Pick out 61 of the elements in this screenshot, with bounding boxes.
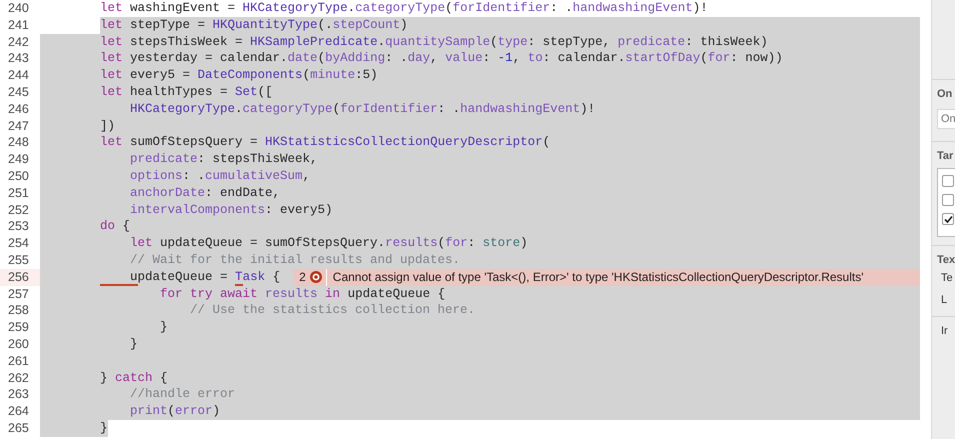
code-line: let sumOfStepsQuery = HKStatisticsCollectionQueryDescriptor( (99, 134, 550, 152)
line-number: 253 (7, 218, 30, 236)
code-line: let stepsThisWeek = HKSamplePredicate.quantitySample(type: stepType, predicate: thisWeek) (99, 34, 768, 50)
code-line: // Wait for the initial results and updates. (129, 252, 460, 269)
code-line: intervalComponents: every5) (129, 202, 333, 218)
code-line: let updateQueue = sumOfStepsQuery.results(for: store) (129, 235, 528, 252)
code-line: anchorDate: endDate, (129, 184, 280, 202)
line-number: 262 (7, 370, 30, 386)
text-field[interactable]: On (937, 109, 955, 129)
code-line: let washingEvent = HKCategoryType.categoryType(forIdentifier: .handwashingEvent)! (99, 0, 708, 17)
code-line: let healthTypes = Set([ (99, 84, 273, 101)
code-line: predicate: stepsThisWeek, (129, 151, 318, 168)
line-number: 264 (7, 403, 30, 420)
code-line: } (129, 336, 138, 353)
line-number: 246 (7, 100, 30, 118)
checkbox[interactable] (942, 175, 954, 187)
line-number: 240 (7, 0, 30, 17)
line-number: 245 (7, 84, 30, 101)
line-number: 252 (7, 202, 30, 218)
error-icon (310, 271, 322, 284)
section-heading: On (937, 88, 954, 100)
line-number: 263 (7, 386, 30, 404)
code-line: let yesterday = calendar.date(byAdding: .day, value: -1, to: calendar.startOfDay(for: now)) (99, 50, 783, 68)
field-label: Te (941, 272, 954, 284)
line-number: 265 (7, 420, 30, 437)
code-line: // Use the statistics collection here. (189, 302, 476, 320)
code-line: HKCategoryType.categoryType(forIdentifier: .handwashingEvent)! (129, 100, 596, 118)
line-number: 257 (7, 286, 30, 302)
line-number: 241 (7, 16, 30, 34)
field-label: L (941, 294, 948, 306)
line-number: 251 (7, 184, 30, 202)
code-line: let every5 = DateComponents(minute:5) (99, 67, 378, 84)
checkbox[interactable] (942, 213, 954, 225)
error-count: 2 (298, 270, 307, 284)
line-number: 244 (7, 67, 30, 84)
line-number: 254 (7, 235, 30, 252)
code-line: } (159, 319, 168, 336)
code-line: //handle error (129, 386, 236, 404)
code-line: } catch { (99, 370, 168, 386)
line-number: 250 (7, 168, 30, 185)
line-number: 255 (7, 252, 30, 269)
line-number: 247 (7, 118, 30, 134)
line-number: 248 (7, 134, 30, 152)
line-number: 249 (7, 151, 30, 168)
code-line: ]) (99, 118, 116, 134)
section-heading: Tex (937, 254, 955, 266)
code-line: do { (99, 218, 130, 236)
field-label: Ir (941, 325, 949, 337)
line-number: 259 (7, 319, 30, 336)
code-line: options: .cumulativeSum, (129, 168, 310, 185)
line-number: 243 (7, 50, 30, 68)
line-number: 260 (7, 336, 30, 353)
line-number: 242 (7, 34, 30, 50)
checkbox[interactable] (942, 194, 954, 206)
code-line: print(error) (129, 403, 220, 420)
line-number: 256 (0, 268, 40, 286)
section-heading: Tar (937, 150, 954, 162)
code-line: for try await results in updateQueue { (159, 286, 446, 302)
line-number: 258 (7, 302, 30, 320)
line-number: 261 (7, 352, 30, 370)
error-message: Cannot assign value of type 'Task<(), Error>' to type 'HKStatisticsCollectionQueryDescriptor.Results' (332, 270, 864, 284)
